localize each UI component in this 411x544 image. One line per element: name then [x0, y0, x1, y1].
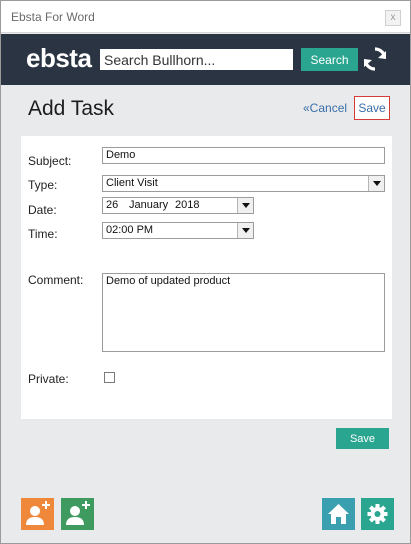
settings-gear-icon	[361, 498, 394, 530]
date-year[interactable]: 2018	[175, 198, 199, 213]
add-candidate-button[interactable]	[61, 498, 94, 530]
home-icon	[322, 498, 355, 530]
ebsta-window: Ebsta For Word x ebsta Search Add Task «…	[0, 0, 411, 544]
time-value: 02:00 PM	[106, 224, 154, 236]
save-link[interactable]: Save	[354, 96, 390, 120]
date-month[interactable]: January	[129, 198, 168, 213]
chevron-down-icon[interactable]	[237, 198, 253, 213]
close-icon[interactable]: x	[385, 10, 401, 26]
date-day[interactable]: 26	[106, 198, 118, 213]
private-label: Private:	[28, 372, 69, 386]
task-form: Subject: Demo Type: Client Visit Date: 2…	[21, 136, 392, 419]
search-button[interactable]: Search	[301, 48, 358, 71]
date-picker[interactable]: 26 January 2018	[102, 197, 254, 214]
settings-button[interactable]	[361, 498, 394, 530]
cancel-link[interactable]: «Cancel	[303, 101, 347, 115]
search-input[interactable]	[100, 49, 293, 70]
page-title: Add Task	[28, 97, 114, 120]
app-header: ebsta Search	[1, 34, 410, 85]
subject-value: Demo	[106, 149, 136, 161]
title-bar: Ebsta For Word x	[1, 1, 410, 33]
date-label: Date:	[28, 203, 57, 217]
sync-icon[interactable]	[362, 46, 388, 72]
add-candidate-icon	[61, 498, 94, 530]
add-contact-button[interactable]	[21, 498, 54, 530]
chevron-down-icon[interactable]	[368, 176, 384, 191]
subject-input[interactable]: Demo	[102, 147, 385, 164]
ebsta-logo: ebsta	[26, 43, 92, 73]
logo-text: ebsta	[26, 43, 92, 73]
home-button[interactable]	[322, 498, 355, 530]
comment-textarea[interactable]: Demo of updated product	[102, 273, 385, 352]
comment-value: Demo of updated product	[106, 275, 231, 287]
window-title: Ebsta For Word	[11, 10, 95, 24]
private-checkbox[interactable]	[104, 372, 115, 383]
time-label: Time:	[28, 227, 58, 241]
chevron-down-icon[interactable]	[237, 223, 253, 238]
type-value: Client Visit	[106, 177, 158, 189]
subject-label: Subject:	[28, 154, 72, 168]
type-select[interactable]: Client Visit	[102, 175, 385, 192]
time-select[interactable]: 02:00 PM	[102, 222, 254, 239]
add-contact-icon	[21, 498, 54, 530]
type-label: Type:	[28, 178, 58, 192]
comment-label: Comment:	[28, 273, 84, 287]
save-button[interactable]: Save	[336, 428, 389, 449]
